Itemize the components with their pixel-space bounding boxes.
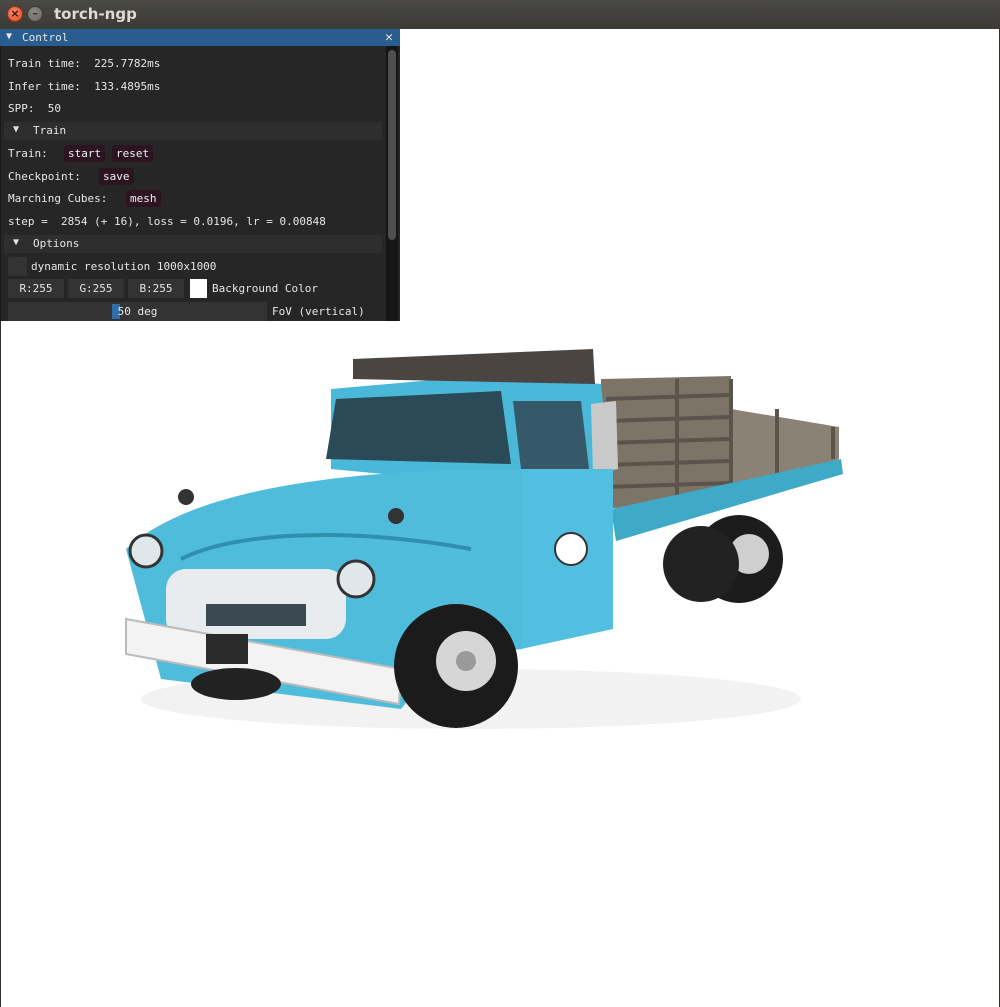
dynamic-resolution-label: dynamic resolution 1000x1000 — [31, 260, 217, 273]
reset-button[interactable]: reset — [112, 145, 154, 162]
train-label: Train: — [8, 147, 48, 160]
triangle-down-icon[interactable]: ▼ — [6, 31, 12, 42]
background-red-input[interactable]: R:255 — [8, 279, 64, 298]
window-titlebar: × – torch-ngp — [0, 0, 1000, 30]
fov-slider-value: 50 deg — [117, 305, 158, 318]
fov-label: FoV (vertical) — [272, 305, 365, 318]
checkpoint-label: Checkpoint: — [8, 170, 81, 183]
spp-text: SPP: 50 — [8, 102, 61, 115]
panel-scrollbar[interactable] — [386, 46, 398, 321]
background-color-label: Background Color — [212, 282, 318, 295]
train-time-text: Train time: 225.7782ms — [8, 57, 161, 70]
control-panel: ▼ Control ✕ Train time: 225.7782ms Infer… — [0, 29, 400, 321]
window-title: torch-ngp — [54, 5, 137, 23]
train-section-title: Train — [33, 124, 67, 137]
training-status-text: step = 2854 (+ 16), loss = 0.0196, lr = … — [8, 215, 326, 228]
dynamic-resolution-checkbox[interactable] — [8, 257, 27, 276]
control-panel-header[interactable]: ▼ Control ✕ — [0, 29, 400, 46]
options-section-title: Options — [33, 237, 80, 250]
infer-time-text: Infer time: 133.4895ms — [8, 80, 161, 93]
mesh-button[interactable]: mesh — [126, 190, 161, 207]
fov-slider[interactable]: 50 deg — [8, 302, 267, 321]
control-panel-title: Control — [22, 31, 69, 44]
marching-cubes-label: Marching Cubes: — [8, 192, 108, 205]
background-green-input[interactable]: G:255 — [68, 279, 124, 298]
triangle-down-icon: ▼ — [13, 124, 20, 135]
background-blue-input[interactable]: B:255 — [128, 279, 184, 298]
options-section-header[interactable]: ▼ Options — [4, 235, 382, 253]
window-minimize-button[interactable]: – — [27, 6, 43, 22]
save-button[interactable]: save — [99, 168, 134, 185]
train-section-header[interactable]: ▼ Train — [4, 122, 382, 140]
panel-scrollbar-thumb[interactable] — [388, 50, 396, 240]
window-close-button[interactable]: × — [7, 6, 23, 22]
start-button[interactable]: start — [64, 145, 106, 162]
minimize-icon: – — [32, 7, 38, 20]
background-color-swatch[interactable] — [190, 279, 207, 298]
triangle-down-icon: ▼ — [13, 237, 20, 248]
close-icon: × — [10, 7, 20, 20]
close-icon[interactable]: ✕ — [385, 30, 393, 45]
